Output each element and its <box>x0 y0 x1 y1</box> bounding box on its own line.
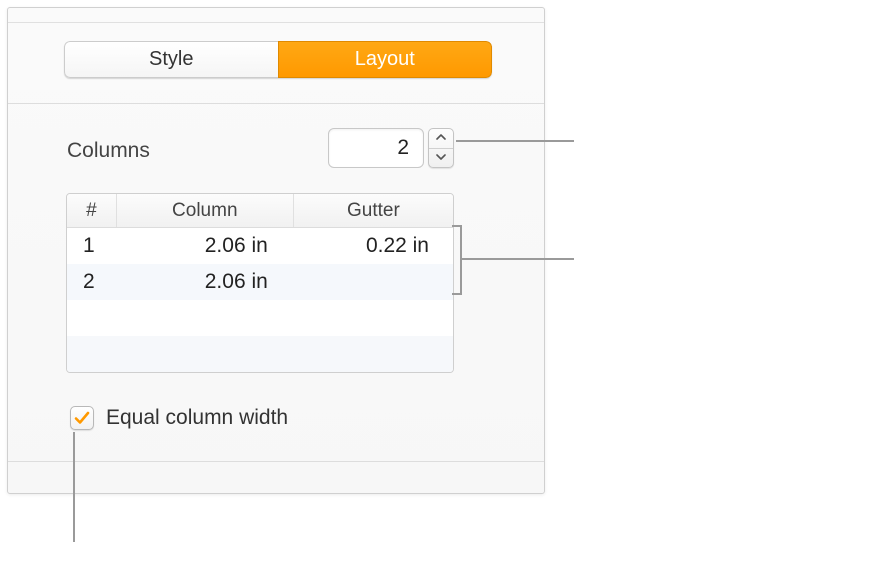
callout-line <box>452 225 462 227</box>
table-row[interactable]: 2 2.06 in <box>67 264 453 300</box>
callout-line <box>460 225 462 295</box>
divider <box>8 103 544 104</box>
chevron-down-icon <box>436 153 446 163</box>
tab-segmented-control: Style Layout <box>64 41 492 78</box>
columns-label: Columns <box>67 139 150 163</box>
table-header: # Column Gutter <box>67 194 453 228</box>
columns-count-input[interactable] <box>328 128 424 168</box>
columns-table: # Column Gutter 1 2.06 in 0.22 in 2 2.06… <box>66 193 454 373</box>
chevron-up-icon <box>436 133 446 143</box>
inspector-panel: Style Layout Columns # Column Gutter <box>7 7 545 494</box>
stepper-up-button[interactable] <box>429 129 453 149</box>
empty-rows <box>67 300 453 372</box>
equal-width-label: Equal column width <box>106 406 288 430</box>
cell-column-width[interactable]: 2.06 in <box>117 270 294 294</box>
header-column[interactable]: Column <box>117 194 294 227</box>
cell-number: 2 <box>67 270 117 294</box>
callout-line <box>460 258 574 260</box>
stepper-down-button[interactable] <box>429 149 453 168</box>
tab-layout[interactable]: Layout <box>278 41 493 78</box>
table-row[interactable]: 1 2.06 in 0.22 in <box>67 228 453 264</box>
divider <box>8 22 544 23</box>
tab-style[interactable]: Style <box>64 41 278 78</box>
equal-width-checkbox[interactable] <box>70 406 94 430</box>
callout-line <box>73 432 75 542</box>
callout-line <box>452 293 462 295</box>
cell-column-width[interactable]: 2.06 in <box>117 234 294 258</box>
equal-width-row: Equal column width <box>70 406 288 430</box>
divider <box>8 461 544 462</box>
callout-line <box>456 140 574 142</box>
columns-stepper <box>328 128 454 168</box>
header-number[interactable]: # <box>67 194 117 227</box>
cell-gutter-width[interactable]: 0.22 in <box>294 234 453 258</box>
stepper-buttons <box>428 128 454 168</box>
header-gutter[interactable]: Gutter <box>294 194 453 227</box>
cell-number: 1 <box>67 234 117 258</box>
check-icon <box>73 409 91 427</box>
